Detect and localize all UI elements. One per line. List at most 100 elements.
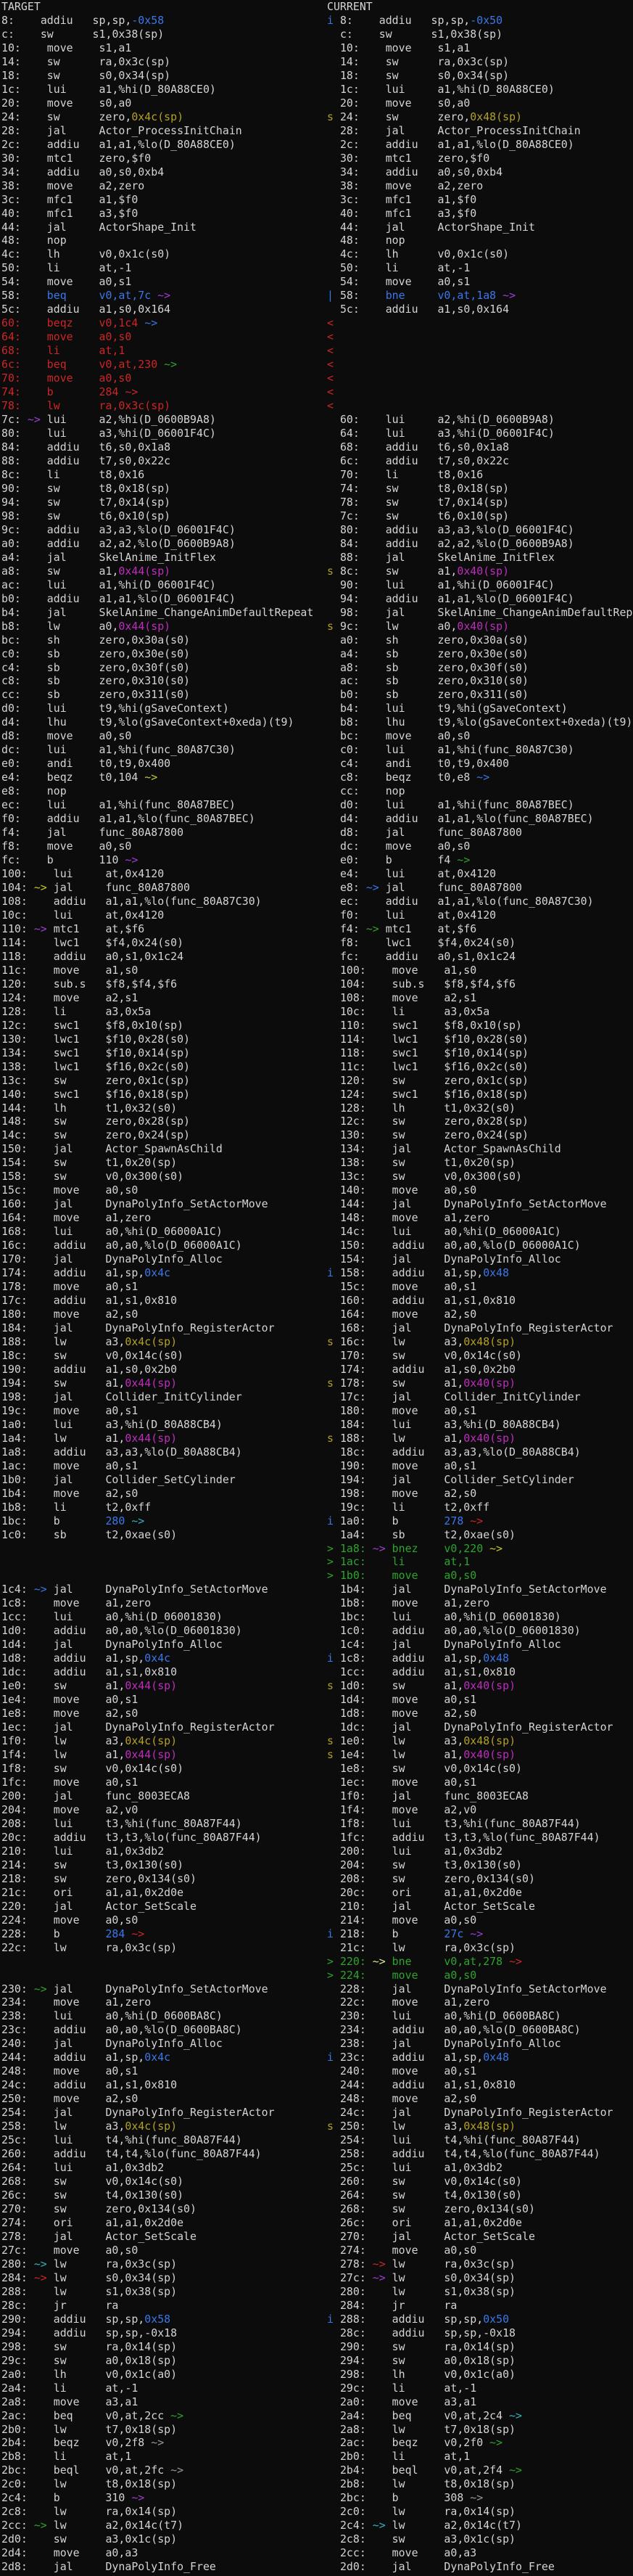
asm-operands: a1,: [444, 1748, 463, 1761]
asm-mnemonic: move: [386, 41, 438, 54]
asm-operands: a0,s1: [437, 275, 470, 288]
asm-address: 184:: [340, 1418, 373, 1431]
asm-mnemonic: mtc1: [386, 922, 438, 935]
asm-mnemonic: lui: [392, 1610, 444, 1623]
asm-mnemonic: ori: [392, 2216, 444, 2229]
asm-address: 1d8:: [1, 1652, 34, 1665]
asm-address: 1e4:: [1, 1693, 34, 1706]
asm-operands: a1,0x3db2: [105, 1845, 164, 1858]
asm-operands: 0x40(sp): [463, 1432, 516, 1445]
asm-address: 130:: [340, 1128, 373, 1141]
asm-address: 19c:: [1, 1404, 34, 1417]
asm-operands: zero,$f0: [437, 152, 489, 165]
target-line: 204: move a2,v0: [0, 1803, 327, 1817]
asm-operands: $f16,0x18(sp): [105, 1088, 190, 1101]
asm-mnemonic: move: [54, 1707, 106, 1720]
asm-operands: a1,zero: [444, 1211, 489, 1224]
asm-address: 25c:: [1, 2133, 34, 2146]
asm-operands: a2,%hi(D_0600B9A8): [99, 413, 216, 426]
asm-address: fc:: [1, 853, 28, 866]
asm-operands: a0,s1: [444, 1693, 476, 1706]
target-line: 20: move s0,a0: [0, 97, 327, 110]
asm-operands: 0x44(sp): [125, 1748, 177, 1761]
asm-address: 240:: [1, 2037, 34, 2050]
current-line: s 178: sw a1,0x40(sp): [327, 1377, 633, 1390]
asm-address: 298:: [340, 2368, 373, 2381]
target-line: 1e8: move a2,s0: [0, 1707, 327, 1720]
target-line: 194: sw a1,0x44(sp): [0, 1377, 327, 1390]
asm-address: 26c:: [340, 2216, 373, 2229]
asm-operands: a0,a0,%lo(D_06001830): [105, 1624, 241, 1637]
asm-mnemonic: lh: [54, 2368, 106, 2381]
asm-address: 124:: [340, 1088, 373, 1101]
asm-operands: a2,a2,%lo(D_0600B9A8): [437, 537, 574, 550]
asm-address: 7c:: [1, 413, 28, 426]
asm-operands: a1,a1,%lo(func_80A87BEC): [437, 812, 593, 825]
target-line: 26c: sw t4,0x130(s0): [0, 2189, 327, 2202]
target-line: 2d4: move a0,a3: [0, 2546, 327, 2560]
asm-address: 168:: [1, 1225, 34, 1238]
asm-mnemonic: addiu: [386, 440, 438, 454]
asm-mnemonic: addiu: [392, 2313, 444, 2326]
asm-mnemonic: b: [54, 2491, 106, 2504]
asm-operands: s1,0x38(sp): [444, 2285, 516, 2298]
target-line: 10c: lui at,0x4120: [0, 908, 327, 922]
current-line: 17c: jal Collider_InitCylinder: [327, 1390, 633, 1404]
asm-row: 134: swc1 $f10,0x14(sp) 118: swc1 $f10,0…: [0, 1046, 633, 1060]
asm-operands: a0,s1,0x1c24: [105, 950, 183, 963]
asm-operands: func_80A87800: [437, 826, 522, 839]
asm-address: 23c:: [1, 2023, 34, 2036]
asm-operands: a3,%hi(D_06001F4C): [437, 427, 554, 440]
current-line: 230: lui a0,%hi(D_0600BA8C): [327, 2009, 633, 2023]
asm-mnemonic: sw: [54, 1872, 106, 1885]
asm-mnemonic: sw: [47, 55, 99, 68]
asm-row: 38: move a2,zero 38: move a2,zero: [0, 179, 633, 193]
asm-row: 180: move a2,s0 164: move a2,s0: [0, 1308, 633, 1321]
current-line: 148: move a1,zero: [327, 1211, 633, 1225]
asm-address: e0:: [340, 853, 366, 866]
current-line: b8: lhu t9,%lo(gSaveContext+0xeda)(t9): [327, 715, 633, 729]
asm-mnemonic: addiu: [54, 2023, 106, 2036]
asm-row: 168: lui a0,%hi(D_06000A1C) 14c: lui a0,…: [0, 1225, 633, 1239]
asm-operands: DynaPolyInfo_Alloc: [105, 1638, 222, 1651]
asm-operands: 0x44(sp): [118, 620, 170, 633]
diff-marker: s: [327, 620, 340, 633]
current-line: 164: move a2,s0: [327, 1308, 633, 1321]
diff-marker: s: [327, 1432, 340, 1445]
current-line: d0: lui a1,%hi(func_80A87BEC): [327, 798, 633, 812]
branch-in-arrow-icon: ~>: [366, 922, 379, 935]
asm-address: 214:: [1, 1858, 34, 1871]
current-line: s 1e4: lw a1,0x40(sp): [327, 1748, 633, 1762]
asm-mnemonic: jal: [54, 1982, 106, 1995]
asm-row: 250: move a2,s0 248: move a2,s0: [0, 2092, 633, 2106]
asm-mnemonic: sb: [47, 661, 99, 674]
current-line: 110: swc1 $f8,0x10(sp): [327, 1019, 633, 1033]
asm-address: 1ac:: [340, 1555, 373, 1568]
asm-mnemonic: move: [54, 1913, 106, 1927]
asm-mnemonic: lhu: [47, 715, 99, 729]
asm-mnemonic: move: [47, 179, 99, 192]
target-line: ec: lui a1,%hi(func_80A87BEC): [0, 798, 327, 812]
asm-mnemonic: sw: [392, 1679, 444, 1692]
asm-operands: t0,104: [99, 771, 138, 784]
asm-address: 198:: [340, 1487, 373, 1500]
asm-mnemonic: b: [386, 853, 438, 866]
asm-address: 248:: [1, 2064, 34, 2077]
asm-address: d8:: [340, 826, 366, 839]
current-line: 29c: li at,-1: [327, 2382, 633, 2395]
asm-operands: zero,0x30a(s0): [437, 633, 529, 647]
target-line: 244: addiu a1,sp,0x4c: [0, 2051, 327, 2064]
asm-address: 1e8:: [340, 1762, 373, 1775]
asm-operands: SkelAnime_InitFlex: [99, 551, 216, 564]
asm-operands: SkelAnime_InitFlex: [437, 551, 554, 564]
asm-address: 194:: [1, 1377, 34, 1390]
asm-address: 140:: [1, 1088, 34, 1101]
asm-operands: a0,0x18(sp): [444, 2354, 516, 2367]
asm-operands: a1,s1,0x810: [105, 1665, 177, 1678]
asm-address: 2c4:: [1, 2491, 34, 2504]
asm-row: 294: addiu sp,sp,-0x18 28c: addiu sp,sp,…: [0, 2326, 633, 2340]
current-line: 44: jal ActorShape_Init: [327, 221, 633, 234]
asm-row: 2d8: jal DynaPolyInfo_Free 2d0: jal Dyna…: [0, 2560, 633, 2574]
asm-address: 260:: [1, 2147, 34, 2160]
target-line: 1b4: move a2,s0: [0, 1487, 327, 1501]
